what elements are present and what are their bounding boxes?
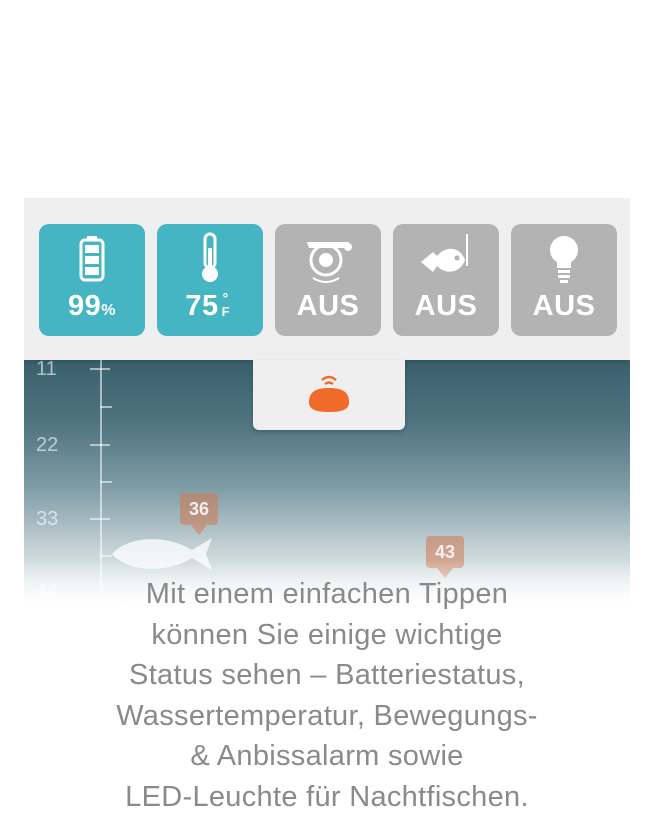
depth-tick bbox=[90, 444, 110, 446]
depth-tick bbox=[90, 518, 110, 520]
caption-line: LED-Leuchte für Nachtfischen. bbox=[125, 780, 529, 813]
depth-label: 22 bbox=[36, 434, 59, 456]
depth-tick bbox=[100, 406, 112, 408]
bite-alarm-value: AUS bbox=[414, 290, 478, 322]
depth-label: 11 bbox=[36, 358, 57, 380]
led-light-tile[interactable]: AUS bbox=[511, 224, 617, 336]
depth-tick bbox=[90, 368, 110, 370]
battery-tile[interactable]: 99% bbox=[39, 224, 145, 336]
status-panel: 99% 75 ° F AUS AUS AUS bbox=[24, 198, 630, 360]
led-light-value: AUS bbox=[532, 290, 596, 322]
bite-alarm-tile[interactable]: AUS bbox=[393, 224, 499, 336]
depth-label: 33 bbox=[36, 508, 59, 530]
caption-line: Status sehen – Batteriestatus, bbox=[129, 659, 525, 691]
fish-hook-icon bbox=[421, 234, 468, 272]
caption-line: & Anbissalarm sowie bbox=[190, 740, 464, 772]
caption-line: können Sie einige wichtige bbox=[151, 618, 503, 651]
battery-value: 99% bbox=[68, 290, 116, 322]
water-temperature-value: 75 ° F bbox=[185, 290, 231, 322]
light-bulb-icon bbox=[550, 236, 578, 283]
water-temperature-tile[interactable]: 75 ° F bbox=[157, 224, 263, 336]
battery-icon bbox=[79, 236, 105, 282]
depth-tick bbox=[100, 481, 112, 483]
thermometer-icon bbox=[202, 232, 218, 282]
alarm-bell-icon bbox=[307, 242, 352, 283]
caption-line: Mit einem einfachen Tippen bbox=[145, 578, 509, 610]
caption-line: Wassertemperatur, Bewegungs- bbox=[116, 699, 538, 732]
motion-alarm-tile[interactable]: AUS bbox=[275, 224, 381, 336]
app-screen: 11 22 33 44 36 43 99% bbox=[24, 198, 630, 618]
fish-depth-tag[interactable]: 36 bbox=[180, 493, 218, 535]
feature-caption: Mit einem einfachen Tippen können Sie ei… bbox=[30, 574, 624, 817]
sonar-device-icon bbox=[309, 375, 349, 412]
status-panel-toggle[interactable] bbox=[253, 360, 405, 430]
motion-alarm-value: AUS bbox=[296, 290, 360, 322]
